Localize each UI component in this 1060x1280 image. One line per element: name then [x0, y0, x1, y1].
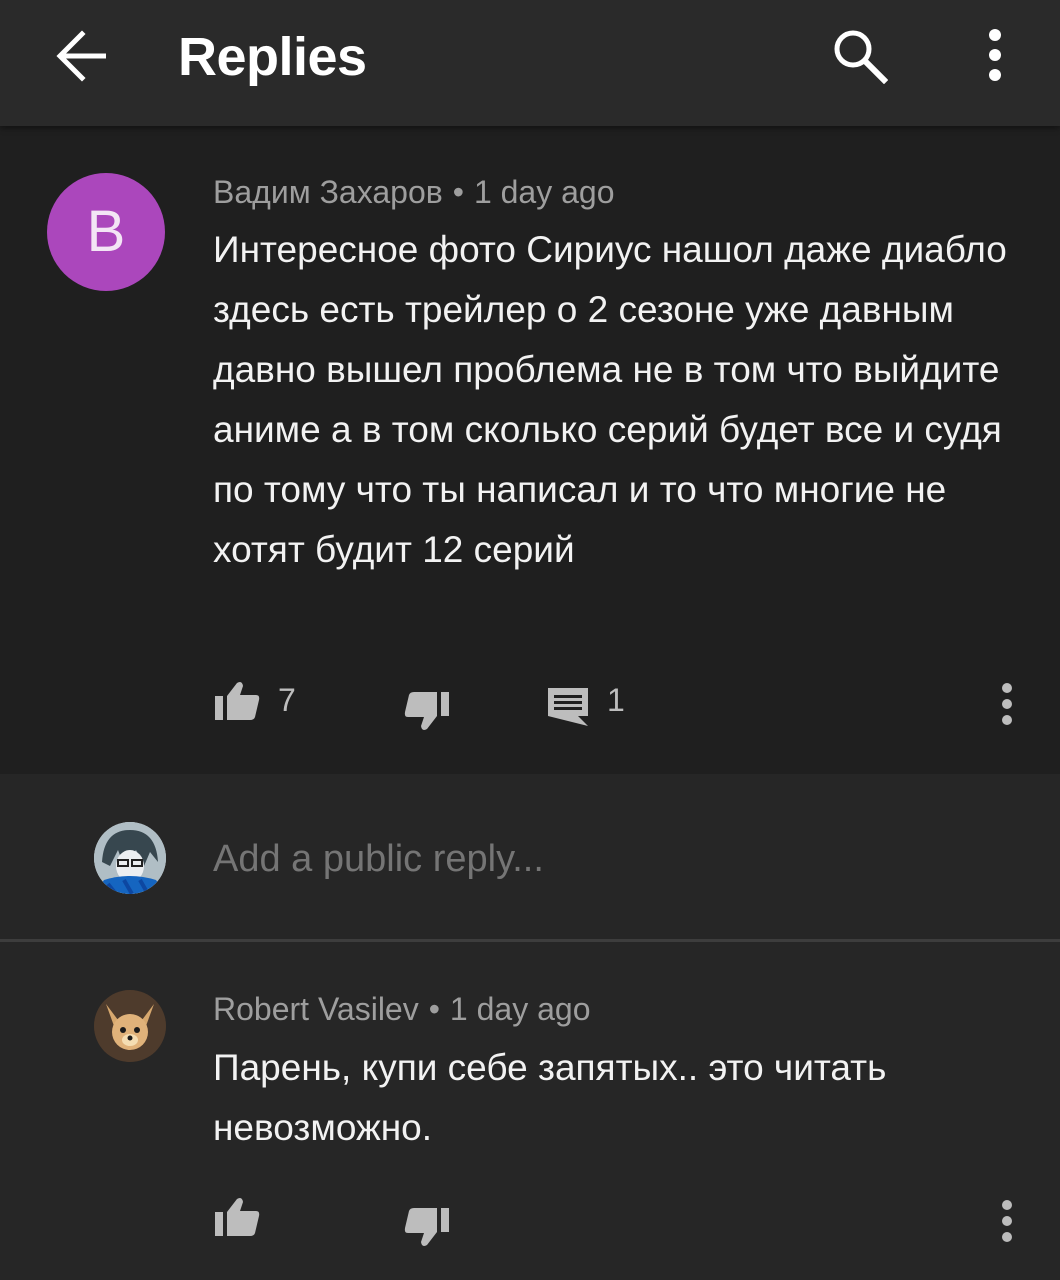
meta-separator: • — [452, 174, 464, 210]
comment-more-icon[interactable] — [996, 682, 1018, 731]
meta-separator: • — [428, 991, 440, 1027]
comment-text: Интересное фото Сириус нашол даже диабло… — [213, 229, 1007, 570]
thumb-up-icon — [215, 682, 260, 720]
comment-icon — [548, 688, 588, 726]
app-bar: Replies — [0, 0, 1060, 126]
comment-meta: Robert Vasilev • 1 day ago — [213, 991, 590, 1028]
comment-meta: Вадим Захаров • 1 day ago — [213, 174, 615, 211]
reply-input[interactable] — [213, 834, 993, 884]
page-title: Replies — [178, 27, 367, 87]
like-button[interactable] — [213, 1196, 261, 1243]
more-vert-icon[interactable] — [978, 28, 1012, 84]
thumb-down-icon — [404, 1208, 449, 1246]
comment-author[interactable]: Вадим Захаров — [213, 174, 443, 210]
comment-text: Парень, купи себе запятых.. это читать н… — [213, 1047, 887, 1148]
comment-more-icon[interactable] — [996, 1199, 1018, 1248]
like-count: 7 — [278, 682, 296, 718]
thumb-down-icon — [404, 692, 449, 730]
avatar[interactable] — [94, 990, 166, 1062]
divider — [0, 939, 1060, 942]
comment-author[interactable]: Robert Vasilev — [213, 991, 419, 1027]
dislike-button[interactable] — [403, 1206, 451, 1253]
reply-button[interactable] — [546, 686, 590, 733]
dislike-button[interactable] — [403, 690, 451, 737]
comment-time: 1 day ago — [449, 991, 591, 1027]
avatar[interactable]: B — [47, 173, 165, 291]
avatar[interactable] — [94, 822, 166, 894]
thumb-up-icon — [215, 1198, 260, 1236]
like-button[interactable] — [213, 680, 261, 727]
search-icon[interactable] — [832, 28, 889, 85]
back-arrow-icon[interactable] — [54, 30, 110, 82]
comment-time: 1 day ago — [473, 174, 615, 210]
reply-count: 1 — [607, 682, 625, 718]
